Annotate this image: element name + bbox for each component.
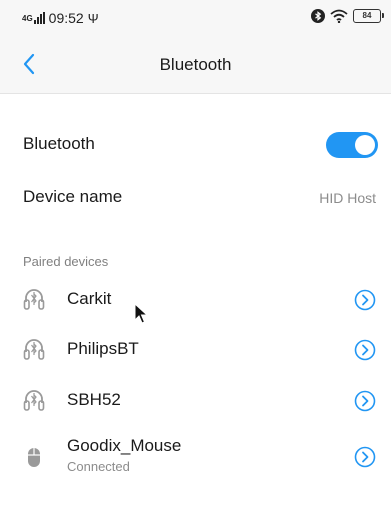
bluetooth-toggle-row[interactable]: Bluetooth — [0, 120, 391, 170]
headset-icon — [23, 289, 45, 310]
device-connection-status: Connected — [67, 459, 130, 474]
device-row-sbh52[interactable]: SBH52 — [0, 376, 391, 426]
device-name-value: HID Host — [319, 190, 376, 206]
mouse-icon — [28, 448, 40, 467]
device-details-button[interactable] — [354, 339, 376, 361]
network-type: 4G — [22, 13, 33, 23]
device-name-row[interactable]: Device name HID Host — [0, 172, 391, 222]
bluetooth-label: Bluetooth — [23, 134, 95, 153]
bluetooth-settings-screen: 4G 09:52 Ψ 84 Bluetooth Bluetooth Device… — [0, 0, 391, 506]
paired-devices-header: Paired devices — [23, 254, 109, 269]
device-row-carkit[interactable]: Carkit — [0, 275, 391, 325]
status-bar: 4G 09:52 Ψ 84 — [0, 0, 391, 36]
header: Bluetooth — [0, 36, 391, 94]
device-details-button[interactable] — [354, 390, 376, 412]
device-row-philipsbt[interactable]: PhilipsBT — [0, 325, 391, 375]
status-right: 84 — [311, 9, 384, 23]
status-left: 4G 09:52 Ψ — [22, 10, 99, 26]
usb-icon: Ψ — [87, 10, 99, 26]
page-title: Bluetooth — [159, 55, 232, 74]
battery-level: 84 — [362, 11, 372, 20]
device-name-label: Device name — [23, 187, 123, 206]
device-row-goodix-mouse[interactable]: Goodix_Mouse Connected — [0, 428, 391, 486]
status-time: 09:52 — [48, 10, 84, 26]
mouse-pointer-icon — [134, 303, 149, 324]
signal-icon — [33, 12, 46, 24]
device-name: Carkit — [67, 289, 112, 308]
device-name: Goodix_Mouse — [67, 436, 182, 455]
device-name: SBH52 — [67, 390, 121, 409]
headset-icon — [23, 339, 45, 360]
battery-icon: 84 — [353, 9, 384, 23]
headset-icon — [23, 390, 45, 411]
device-name: PhilipsBT — [67, 339, 139, 358]
wifi-icon — [330, 9, 348, 23]
bluetooth-toggle[interactable] — [326, 132, 378, 158]
bluetooth-status-icon — [311, 9, 325, 23]
toggle-knob — [355, 135, 375, 155]
device-details-button[interactable] — [354, 446, 376, 468]
device-details-button[interactable] — [354, 289, 376, 311]
